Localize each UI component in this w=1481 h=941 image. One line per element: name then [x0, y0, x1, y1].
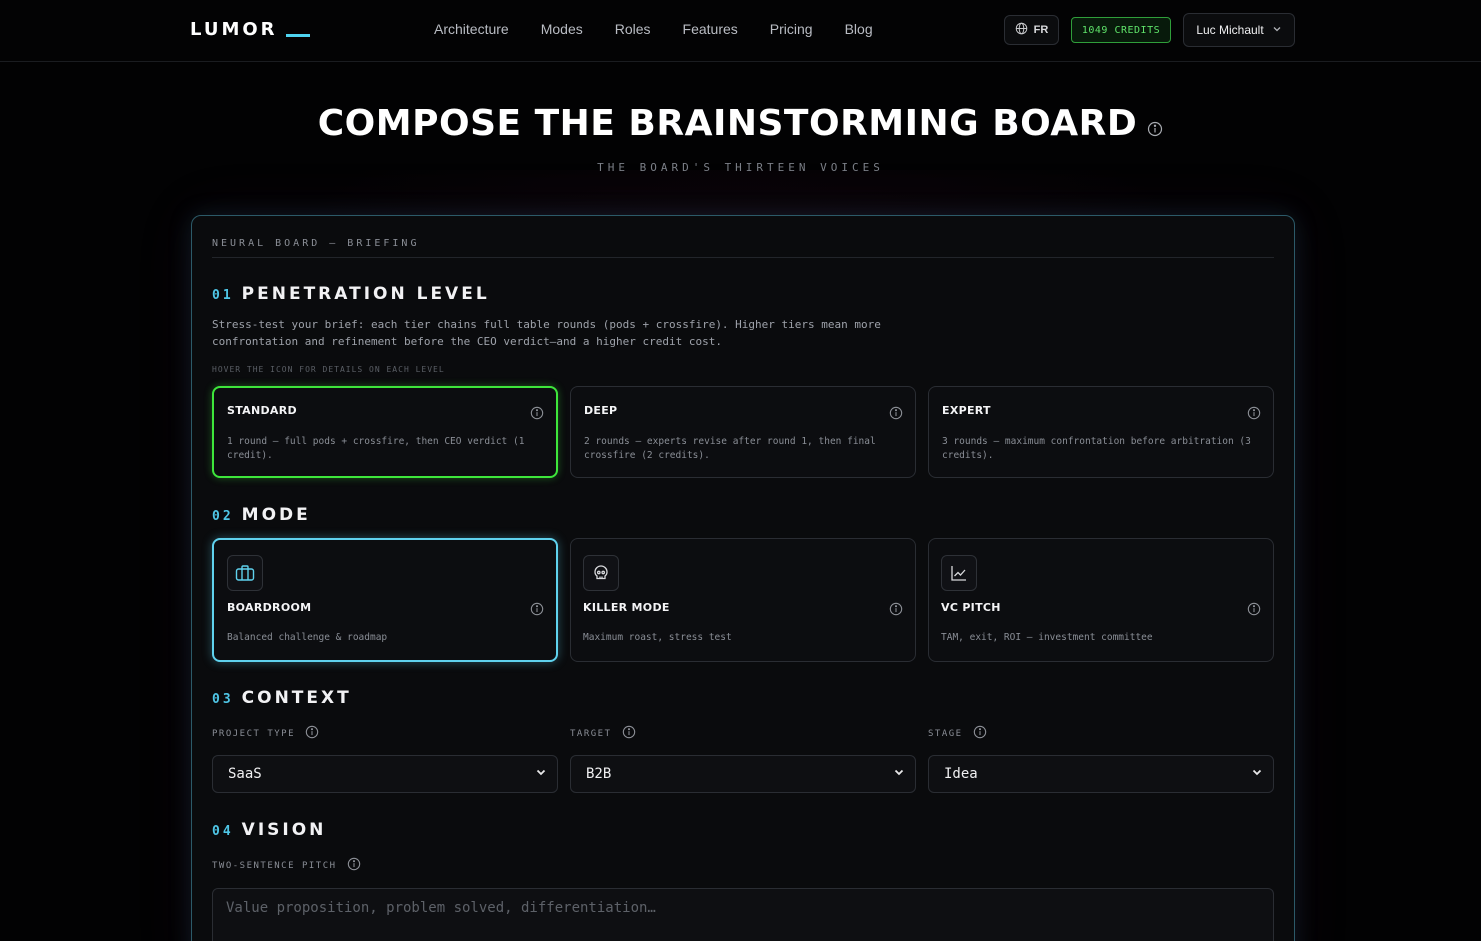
level-title: EXPERT	[942, 404, 991, 417]
pitch-placeholder: Value proposition, problem solved, diffe…	[226, 900, 656, 916]
mode-title: BOARDROOM	[227, 601, 312, 614]
logo-cursor	[285, 34, 310, 37]
select-value: Idea	[944, 766, 978, 782]
target-select[interactable]: B2B	[570, 755, 916, 793]
section-number: 03	[212, 692, 234, 707]
logo[interactable]: LUMOR	[190, 19, 310, 40]
level-title: DEEP	[584, 404, 618, 417]
section-penetration-title: 01 PENETRATION LEVEL	[212, 284, 490, 304]
field-label-text: STAGE	[928, 728, 963, 739]
nav-links: Architecture Modes Roles Features Pricin…	[434, 21, 905, 37]
nav-link-modes[interactable]: Modes	[541, 21, 583, 37]
section-number: 02	[212, 509, 234, 524]
info-icon[interactable]	[347, 857, 361, 874]
logo-text: LUMOR	[190, 19, 278, 40]
level-card-deep[interactable]: DEEP 2 rounds — experts revise after rou…	[570, 386, 916, 478]
info-icon[interactable]	[1247, 602, 1261, 621]
select-value: B2B	[586, 766, 612, 782]
section-context-title: 03 CONTEXT	[212, 688, 352, 708]
target-label: TARGET	[570, 725, 636, 742]
briefing-panel: NEURAL BOARD — BRIEFING 01 PENETRATION LE…	[191, 215, 1295, 941]
info-icon[interactable]	[889, 406, 903, 425]
level-description: 1 round — full pods + crossfire, then CE…	[227, 436, 525, 461]
globe-icon	[1015, 22, 1028, 38]
mode-card-boardroom[interactable]: BOARDROOM Balanced challenge & roadmap	[212, 538, 558, 662]
chevron-down-icon	[893, 766, 905, 782]
info-icon[interactable]	[1147, 105, 1163, 146]
field-label-text: PROJECT TYPE	[212, 728, 296, 739]
project-type-select[interactable]: SaaS	[212, 755, 558, 793]
info-icon[interactable]	[973, 725, 987, 742]
page-title: COMPOSE THE BRAINSTORMING BOARD	[0, 103, 1481, 146]
stage-select[interactable]: Idea	[928, 755, 1274, 793]
nav-link-pricing[interactable]: Pricing	[770, 21, 813, 37]
section-number: 04	[212, 824, 234, 839]
mode-description: Balanced challenge & roadmap	[227, 632, 388, 643]
briefcase-icon	[227, 555, 263, 591]
info-icon[interactable]	[1247, 406, 1261, 425]
penetration-description: Stress-test your brief: each tier chains…	[212, 318, 881, 348]
pitch-label: TWO-SENTENCE PITCH	[212, 857, 361, 874]
language-button[interactable]: FR	[1004, 15, 1059, 45]
user-menu-button[interactable]: Luc Michault	[1183, 13, 1295, 47]
credits-badge[interactable]: 1049 CREDITS	[1071, 17, 1171, 43]
skull-icon	[583, 555, 619, 591]
info-icon[interactable]	[305, 725, 319, 742]
mode-description: TAM, exit, ROI — investment committee	[941, 632, 1153, 643]
mode-card-killer[interactable]: KILLER MODE Maximum roast, stress test	[570, 538, 916, 662]
info-icon[interactable]	[889, 602, 903, 621]
level-title: STANDARD	[227, 404, 297, 417]
mode-card-vc-pitch[interactable]: VC PITCH TAM, exit, ROI — investment com…	[928, 538, 1274, 662]
level-card-expert[interactable]: EXPERT 3 rounds — maximum confrontation …	[928, 386, 1274, 478]
section-label: VISION	[241, 820, 327, 840]
section-vision-title: 04 VISION	[212, 820, 326, 840]
project-type-label: PROJECT TYPE	[212, 725, 319, 742]
mode-description: Maximum roast, stress test	[583, 632, 732, 643]
section-number: 01	[212, 288, 234, 303]
nav-link-blog[interactable]: Blog	[845, 21, 873, 37]
section-label: MODE	[241, 505, 311, 525]
language-label: FR	[1033, 24, 1049, 36]
top-nav: LUMOR Architecture Modes Roles Features …	[0, 0, 1481, 62]
nav-link-roles[interactable]: Roles	[615, 21, 651, 37]
penetration-hint: HOVER THE ICON FOR DETAILS ON EACH LEVEL	[212, 365, 445, 374]
nav-link-features[interactable]: Features	[683, 21, 738, 37]
pitch-textarea[interactable]: Value proposition, problem solved, diffe…	[212, 888, 1274, 941]
info-icon[interactable]	[622, 725, 636, 742]
line-chart-icon	[941, 555, 977, 591]
level-description: 2 rounds — experts revise after round 1,…	[584, 436, 876, 461]
level-description: 3 rounds — maximum confrontation before …	[942, 436, 1251, 461]
chevron-down-icon	[535, 766, 547, 782]
nav-link-architecture[interactable]: Architecture	[434, 21, 509, 37]
mode-title: KILLER MODE	[583, 601, 670, 614]
user-name: Luc Michault	[1196, 23, 1264, 37]
section-label: CONTEXT	[241, 688, 352, 708]
page-title-text: COMPOSE THE BRAINSTORMING BOARD	[317, 103, 1138, 144]
chevron-down-icon	[1272, 23, 1282, 37]
section-mode-title: 02 MODE	[212, 505, 311, 525]
info-icon[interactable]	[530, 602, 544, 621]
select-value: SaaS	[228, 766, 262, 782]
field-label-text: TARGET	[570, 728, 612, 739]
section-label: PENETRATION LEVEL	[241, 284, 490, 304]
stage-label: STAGE	[928, 725, 987, 742]
page-subtitle: THE BOARD'S THIRTEEN VOICES	[597, 161, 884, 174]
info-icon[interactable]	[530, 406, 544, 425]
panel-header: NEURAL BOARD — BRIEFING	[212, 238, 1274, 258]
chevron-down-icon	[1251, 766, 1263, 782]
mode-title: VC PITCH	[941, 601, 1001, 614]
field-label-text: TWO-SENTENCE PITCH	[212, 860, 337, 871]
level-card-standard[interactable]: STANDARD 1 round — full pods + crossfire…	[212, 386, 558, 478]
